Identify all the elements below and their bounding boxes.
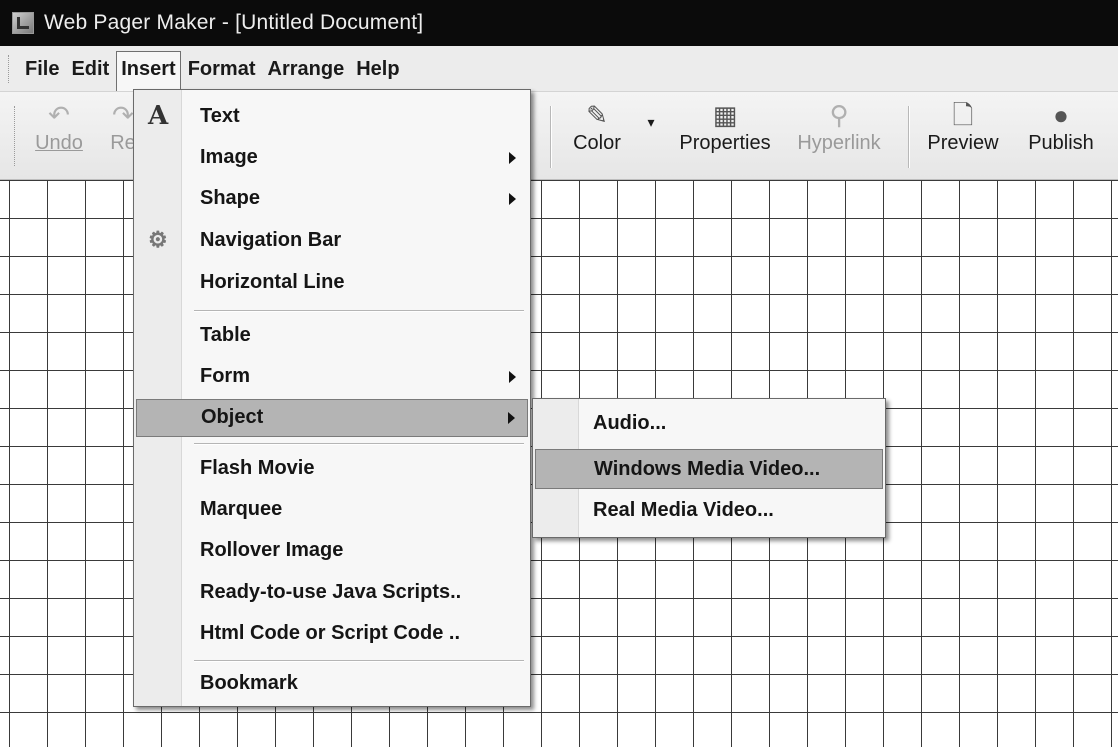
publish-button[interactable]: ● Publish xyxy=(1018,98,1104,155)
menu-item-table[interactable]: Table xyxy=(136,318,528,356)
menu-item-rollover-image[interactable]: Rollover Image xyxy=(136,533,528,571)
menu-item-object[interactable]: Object xyxy=(136,399,528,437)
submenu-arrow-icon xyxy=(509,193,516,205)
menu-item-label: Html Code or Script Code .. xyxy=(200,622,461,644)
menu-insert[interactable]: Insert xyxy=(116,50,181,91)
menu-item-bookmark[interactable]: Bookmark xyxy=(136,666,528,704)
menu-item-label: Rollover Image xyxy=(200,539,344,561)
menu-item-label: Shape xyxy=(200,187,261,209)
menu-item-label: Real Media Video... xyxy=(593,499,774,521)
menu-item-navigation-bar[interactable]: ⚙ Navigation Bar xyxy=(136,223,528,261)
app-icon xyxy=(12,12,34,34)
hyperlink-icon: ⚲ xyxy=(829,100,849,130)
insert-menu: A Text Image Shape ⚙ Navigation Bar Hori… xyxy=(133,89,531,707)
hyperlink-label: Hyperlink xyxy=(797,132,881,154)
title-bar: Web Pager Maker - [Untitled Document] xyxy=(0,0,1118,46)
color-icon: ✎ xyxy=(586,100,608,130)
properties-label: Properties xyxy=(679,132,771,154)
color-button[interactable]: ✎ Color xyxy=(564,98,630,155)
menu-item-label: Object xyxy=(201,406,264,428)
menu-item-form[interactable]: Form xyxy=(136,359,528,397)
menubar-grip xyxy=(8,54,12,83)
submenu-item-audio[interactable]: Audio... xyxy=(535,404,883,444)
redo-label: Re xyxy=(110,132,136,154)
menu-separator xyxy=(194,310,524,312)
properties-icon: ▦ xyxy=(712,100,738,130)
menu-arrange[interactable]: Arrange xyxy=(263,51,350,87)
menu-item-label: Ready-to-use Java Scripts.. xyxy=(200,581,462,603)
menu-item-label: Form xyxy=(200,365,250,387)
submenu-item-real-media-video[interactable]: Real Media Video... xyxy=(535,491,883,531)
undo-icon: ↶ xyxy=(48,100,70,130)
undo-button[interactable]: ↶ Undo xyxy=(34,98,84,155)
toolbar-separator xyxy=(908,106,910,168)
preview-icon: 🗋 xyxy=(952,100,974,130)
menu-item-label: Navigation Bar xyxy=(200,229,342,251)
window-title: Web Pager Maker - [Untitled Document] xyxy=(44,11,424,34)
submenu-item-windows-media-video[interactable]: Windows Media Video... xyxy=(535,449,883,489)
navigation-bar-icon: ⚙ xyxy=(148,227,168,253)
menu-edit[interactable]: Edit xyxy=(66,51,114,87)
submenu-arrow-icon xyxy=(508,412,515,424)
publish-label: Publish xyxy=(1028,132,1094,154)
submenu-arrow-icon xyxy=(509,371,516,383)
menu-item-label: Horizontal Line xyxy=(200,271,345,293)
menu-item-html-code[interactable]: Html Code or Script Code .. xyxy=(136,616,528,654)
menu-item-label: Bookmark xyxy=(200,672,298,694)
menu-item-label: Table xyxy=(200,324,251,346)
hyperlink-button[interactable]: ⚲ Hyperlink xyxy=(784,98,894,155)
menu-file[interactable]: File xyxy=(20,51,64,87)
color-label: Color xyxy=(573,132,621,154)
preview-label: Preview xyxy=(927,132,999,154)
menu-item-marquee[interactable]: Marquee xyxy=(136,492,528,530)
menu-item-shape[interactable]: Shape xyxy=(136,181,528,219)
menu-item-text[interactable]: A Text xyxy=(136,99,528,137)
publish-icon: ● xyxy=(1053,100,1069,130)
color-dropdown-button[interactable]: ▾ xyxy=(644,110,658,133)
menu-item-label: Text xyxy=(200,105,240,127)
menu-format[interactable]: Format xyxy=(183,51,261,87)
menu-item-image[interactable]: Image xyxy=(136,140,528,178)
menu-help[interactable]: Help xyxy=(351,51,404,87)
preview-button[interactable]: 🗋 Preview xyxy=(920,98,1006,155)
object-submenu: Audio... Windows Media Video... Real Med… xyxy=(532,398,886,538)
properties-button[interactable]: ▦ Properties xyxy=(670,98,780,155)
text-icon: A xyxy=(148,101,169,131)
menu-item-label: Audio... xyxy=(593,412,667,434)
toolbar-separator xyxy=(550,106,552,168)
submenu-arrow-icon xyxy=(509,152,516,164)
toolbar-grip xyxy=(14,106,18,166)
menu-item-label: Image xyxy=(200,146,258,168)
menu-item-label: Marquee xyxy=(200,498,283,520)
undo-label: Undo xyxy=(35,132,83,154)
menu-item-flash-movie[interactable]: Flash Movie xyxy=(136,451,528,489)
menu-bar: File Edit Insert Format Arrange Help xyxy=(0,46,1118,92)
menu-separator xyxy=(194,443,524,445)
chevron-down-icon: ▾ xyxy=(647,114,655,130)
menu-item-horizontal-line[interactable]: Horizontal Line xyxy=(136,265,528,303)
menu-item-java-scripts[interactable]: Ready-to-use Java Scripts.. xyxy=(136,575,528,613)
menu-item-label: Windows Media Video... xyxy=(594,458,821,480)
menu-separator xyxy=(194,660,524,662)
menu-item-label: Flash Movie xyxy=(200,457,315,479)
